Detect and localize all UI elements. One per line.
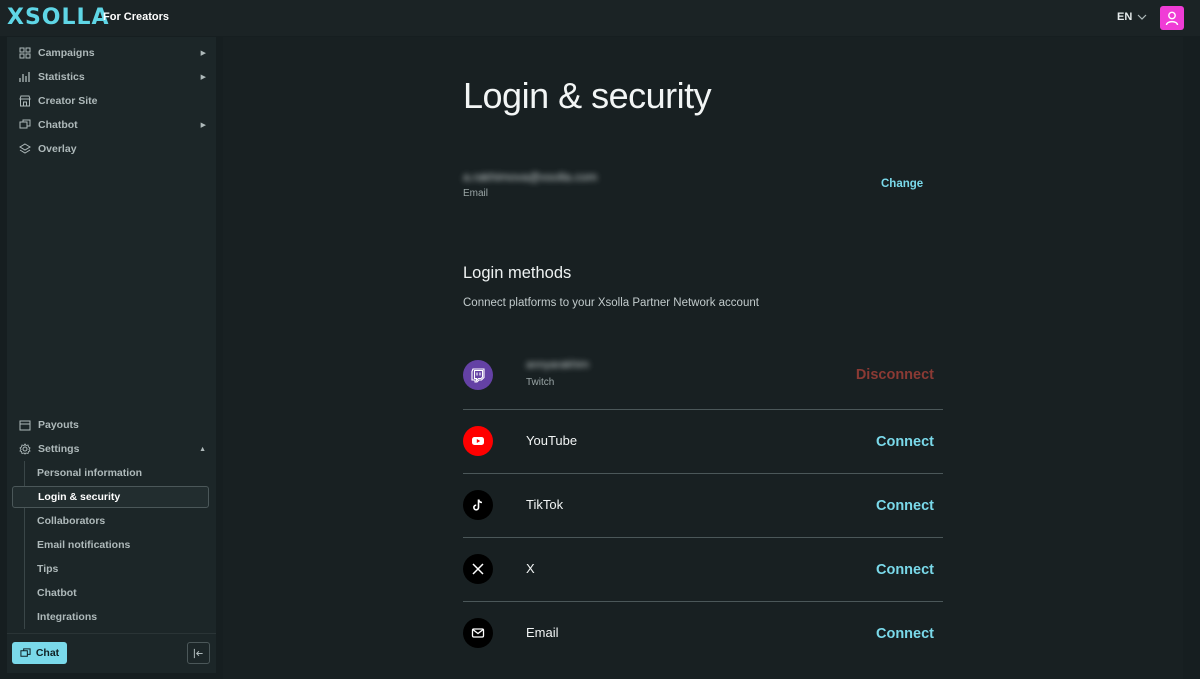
gear-icon bbox=[19, 442, 32, 456]
sidebar-sub-collaborators[interactable]: Collaborators bbox=[12, 510, 209, 532]
caret-up-icon: ▲ bbox=[199, 445, 206, 453]
chat-bubble-icon bbox=[19, 119, 32, 132]
sidebar-sub-chatbot[interactable]: Chatbot bbox=[12, 582, 209, 604]
sidebar-item-campaigns[interactable]: Campaigns ▶ bbox=[12, 42, 209, 64]
tiktok-connect-button[interactable]: Connect bbox=[876, 498, 934, 514]
login-method-twitch: annyarakhim Twitch Disconnect bbox=[463, 345, 943, 409]
sidebar-sub-personal-information[interactable]: Personal information bbox=[12, 462, 209, 484]
collapse-sidebar-button[interactable] bbox=[187, 642, 210, 664]
tiktok-icon bbox=[463, 490, 493, 520]
youtube-icon bbox=[463, 426, 493, 456]
change-email-button[interactable]: Change bbox=[881, 178, 923, 190]
x-connect-button[interactable]: Connect bbox=[876, 562, 934, 578]
sidebar: Campaigns ▶ Statistics ▶ Creator Site Ch… bbox=[7, 37, 216, 673]
layers-icon bbox=[19, 142, 32, 156]
user-avatar[interactable] bbox=[1160, 6, 1184, 30]
x-icon bbox=[463, 554, 493, 584]
sidebar-item-label: Statistics bbox=[38, 71, 85, 83]
sidebar-item-label: Overlay bbox=[38, 143, 77, 155]
sidebar-item-label: Chatbot bbox=[38, 119, 78, 131]
sidebar-footer: Chat bbox=[7, 633, 216, 673]
logo-text: XSOLLA bbox=[7, 5, 110, 30]
x-label: X bbox=[526, 561, 535, 576]
twitch-username: annyarakhim bbox=[526, 359, 589, 371]
sidebar-item-label: Payouts bbox=[38, 419, 79, 431]
sidebar-item-statistics[interactable]: Statistics ▶ bbox=[12, 66, 209, 88]
caret-right-icon: ▶ bbox=[200, 122, 206, 129]
login-method-email: Email Connect bbox=[463, 601, 943, 665]
chat-button[interactable]: Chat bbox=[12, 642, 67, 664]
caret-right-icon: ▶ bbox=[200, 74, 206, 81]
sidebar-sub-integrations[interactable]: Integrations bbox=[12, 606, 209, 628]
xsolla-logo[interactable]: XSOLLA bbox=[7, 5, 110, 30]
twitch-platform-label: Twitch bbox=[526, 377, 555, 388]
login-method-x: X Connect bbox=[463, 537, 943, 601]
email-connect-button[interactable]: Connect bbox=[876, 626, 934, 642]
sidebar-sub-email-notifications[interactable]: Email notifications bbox=[12, 534, 209, 556]
mail-icon bbox=[463, 618, 493, 648]
email-label: Email bbox=[463, 188, 489, 199]
login-methods-subtitle: Connect platforms to your Xsolla Partner… bbox=[463, 297, 759, 309]
login-method-youtube: YouTube Connect bbox=[463, 409, 943, 473]
sidebar-item-payouts[interactable]: Payouts bbox=[12, 414, 209, 436]
sidebar-item-settings[interactable]: Settings ▲ bbox=[12, 438, 209, 460]
sidebar-sub-tips[interactable]: Tips bbox=[12, 558, 209, 580]
chat-label: Chat bbox=[35, 647, 60, 659]
login-methods-title: Login methods bbox=[463, 264, 572, 282]
scrollbar-track[interactable] bbox=[1184, 37, 1200, 679]
user-icon bbox=[1165, 11, 1179, 26]
collapse-left-icon bbox=[193, 648, 203, 658]
language-selector[interactable]: EN bbox=[1117, 11, 1147, 23]
sidebar-item-overlay[interactable]: Overlay bbox=[12, 138, 209, 160]
tiktok-label: TikTok bbox=[526, 497, 564, 512]
page-title: Login & security bbox=[463, 75, 712, 116]
caret-right-icon: ▶ bbox=[200, 50, 206, 57]
email-value: a.rakhimova@xsolla.com bbox=[463, 170, 598, 184]
grid-icon bbox=[19, 47, 32, 60]
twitch-icon bbox=[463, 360, 493, 390]
calendar-icon bbox=[19, 419, 32, 432]
sidebar-item-label: Settings bbox=[38, 443, 80, 455]
brand-subtitle: For Creators bbox=[103, 11, 170, 23]
sidebar-sub-login-security[interactable]: Login & security bbox=[12, 486, 209, 508]
sidebar-item-creator-site[interactable]: Creator Site bbox=[12, 90, 209, 112]
sidebar-item-chatbot[interactable]: Chatbot ▶ bbox=[12, 114, 209, 136]
sidebar-item-label: Creator Site bbox=[38, 95, 98, 107]
language-label: EN bbox=[1117, 11, 1133, 23]
store-icon bbox=[19, 95, 32, 108]
sidebar-item-label: Campaigns bbox=[38, 47, 95, 59]
chevron-down-icon bbox=[1137, 14, 1147, 20]
twitch-disconnect-button[interactable]: Disconnect bbox=[856, 367, 934, 383]
youtube-label: YouTube bbox=[526, 433, 578, 448]
login-method-tiktok: TikTok Connect bbox=[463, 473, 943, 537]
bar-chart-icon bbox=[19, 71, 32, 84]
youtube-connect-button[interactable]: Connect bbox=[876, 434, 934, 450]
chat-icon bbox=[20, 647, 31, 657]
top-bar: XSOLLA For Creators EN bbox=[0, 0, 1200, 36]
email-method-label: Email bbox=[526, 625, 559, 640]
